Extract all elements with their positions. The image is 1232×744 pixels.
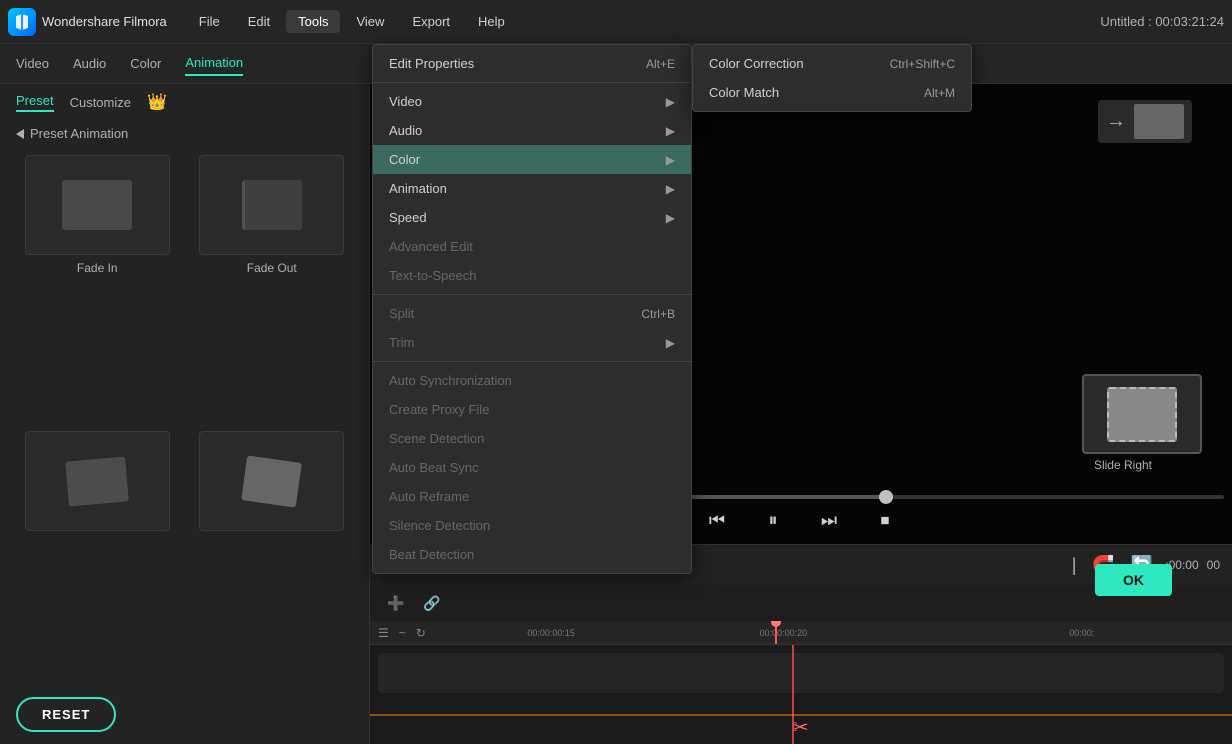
trim-arrow: ▶	[666, 336, 675, 350]
menu-item-silence-detection: Silence Detection	[373, 511, 691, 540]
menu-item-advanced-edit: Advanced Edit	[373, 232, 691, 261]
divider-3	[373, 361, 691, 362]
audio-label: Audio	[389, 123, 422, 138]
dropdown-overlay: Edit Properties Alt+E Video ▶ Audio ▶ Co…	[0, 0, 1232, 744]
silence-detection-label: Silence Detection	[389, 518, 490, 533]
beat-detection-label: Beat Detection	[389, 547, 474, 562]
proxy-label: Create Proxy File	[389, 402, 489, 417]
menu-item-tts: Text-to-Speech	[373, 261, 691, 290]
audio-arrow: ▶	[666, 124, 675, 138]
animation-arrow: ▶	[666, 182, 675, 196]
advanced-edit-label: Advanced Edit	[389, 239, 473, 254]
menu-item-speed[interactable]: Speed ▶	[373, 203, 691, 232]
divider-2	[373, 294, 691, 295]
auto-sync-label: Auto Synchronization	[389, 373, 512, 388]
menu-item-audio[interactable]: Audio ▶	[373, 116, 691, 145]
tts-label: Text-to-Speech	[389, 268, 476, 283]
speed-arrow: ▶	[666, 211, 675, 225]
menu-item-beat-detection: Beat Detection	[373, 540, 691, 569]
color-label: Color	[389, 152, 420, 167]
tools-dropdown-menu: Edit Properties Alt+E Video ▶ Audio ▶ Co…	[372, 44, 692, 574]
menu-item-auto-sync: Auto Synchronization	[373, 366, 691, 395]
scene-detection-label: Scene Detection	[389, 431, 484, 446]
auto-reframe-label: Auto Reframe	[389, 489, 469, 504]
app-container: Wondershare Filmora File Edit Tools View…	[0, 0, 1232, 744]
menu-item-scene-detection: Scene Detection	[373, 424, 691, 453]
auto-beat-sync-label: Auto Beat Sync	[389, 460, 479, 475]
animation-label: Animation	[389, 181, 447, 196]
color-correction-shortcut: Ctrl+Shift+C	[890, 57, 955, 71]
split-shortcut: Ctrl+B	[641, 307, 675, 321]
color-sub-menu: Color Correction Ctrl+Shift+C Color Matc…	[692, 44, 972, 112]
trim-label: Trim	[389, 335, 415, 350]
edit-properties-label: Edit Properties	[389, 56, 474, 71]
sub-menu-color-match[interactable]: Color Match Alt+M	[693, 78, 971, 107]
menu-item-animation[interactable]: Animation ▶	[373, 174, 691, 203]
menu-item-video[interactable]: Video ▶	[373, 87, 691, 116]
color-match-shortcut: Alt+M	[924, 86, 955, 100]
video-arrow: ▶	[666, 95, 675, 109]
sub-menu-color-correction[interactable]: Color Correction Ctrl+Shift+C	[693, 49, 971, 78]
menu-item-auto-reframe: Auto Reframe	[373, 482, 691, 511]
menu-item-auto-beat-sync: Auto Beat Sync	[373, 453, 691, 482]
divider-1	[373, 82, 691, 83]
menu-item-split: Split Ctrl+B	[373, 299, 691, 328]
menu-item-trim: Trim ▶	[373, 328, 691, 357]
video-label: Video	[389, 94, 422, 109]
color-correction-label: Color Correction	[709, 56, 804, 71]
menu-item-color[interactable]: Color ▶	[373, 145, 691, 174]
split-label: Split	[389, 306, 414, 321]
menu-item-edit-properties[interactable]: Edit Properties Alt+E	[373, 49, 691, 78]
speed-label: Speed	[389, 210, 427, 225]
color-match-label: Color Match	[709, 85, 779, 100]
color-arrow: ▶	[666, 153, 675, 167]
menu-item-proxy: Create Proxy File	[373, 395, 691, 424]
edit-properties-shortcut: Alt+E	[646, 57, 675, 71]
